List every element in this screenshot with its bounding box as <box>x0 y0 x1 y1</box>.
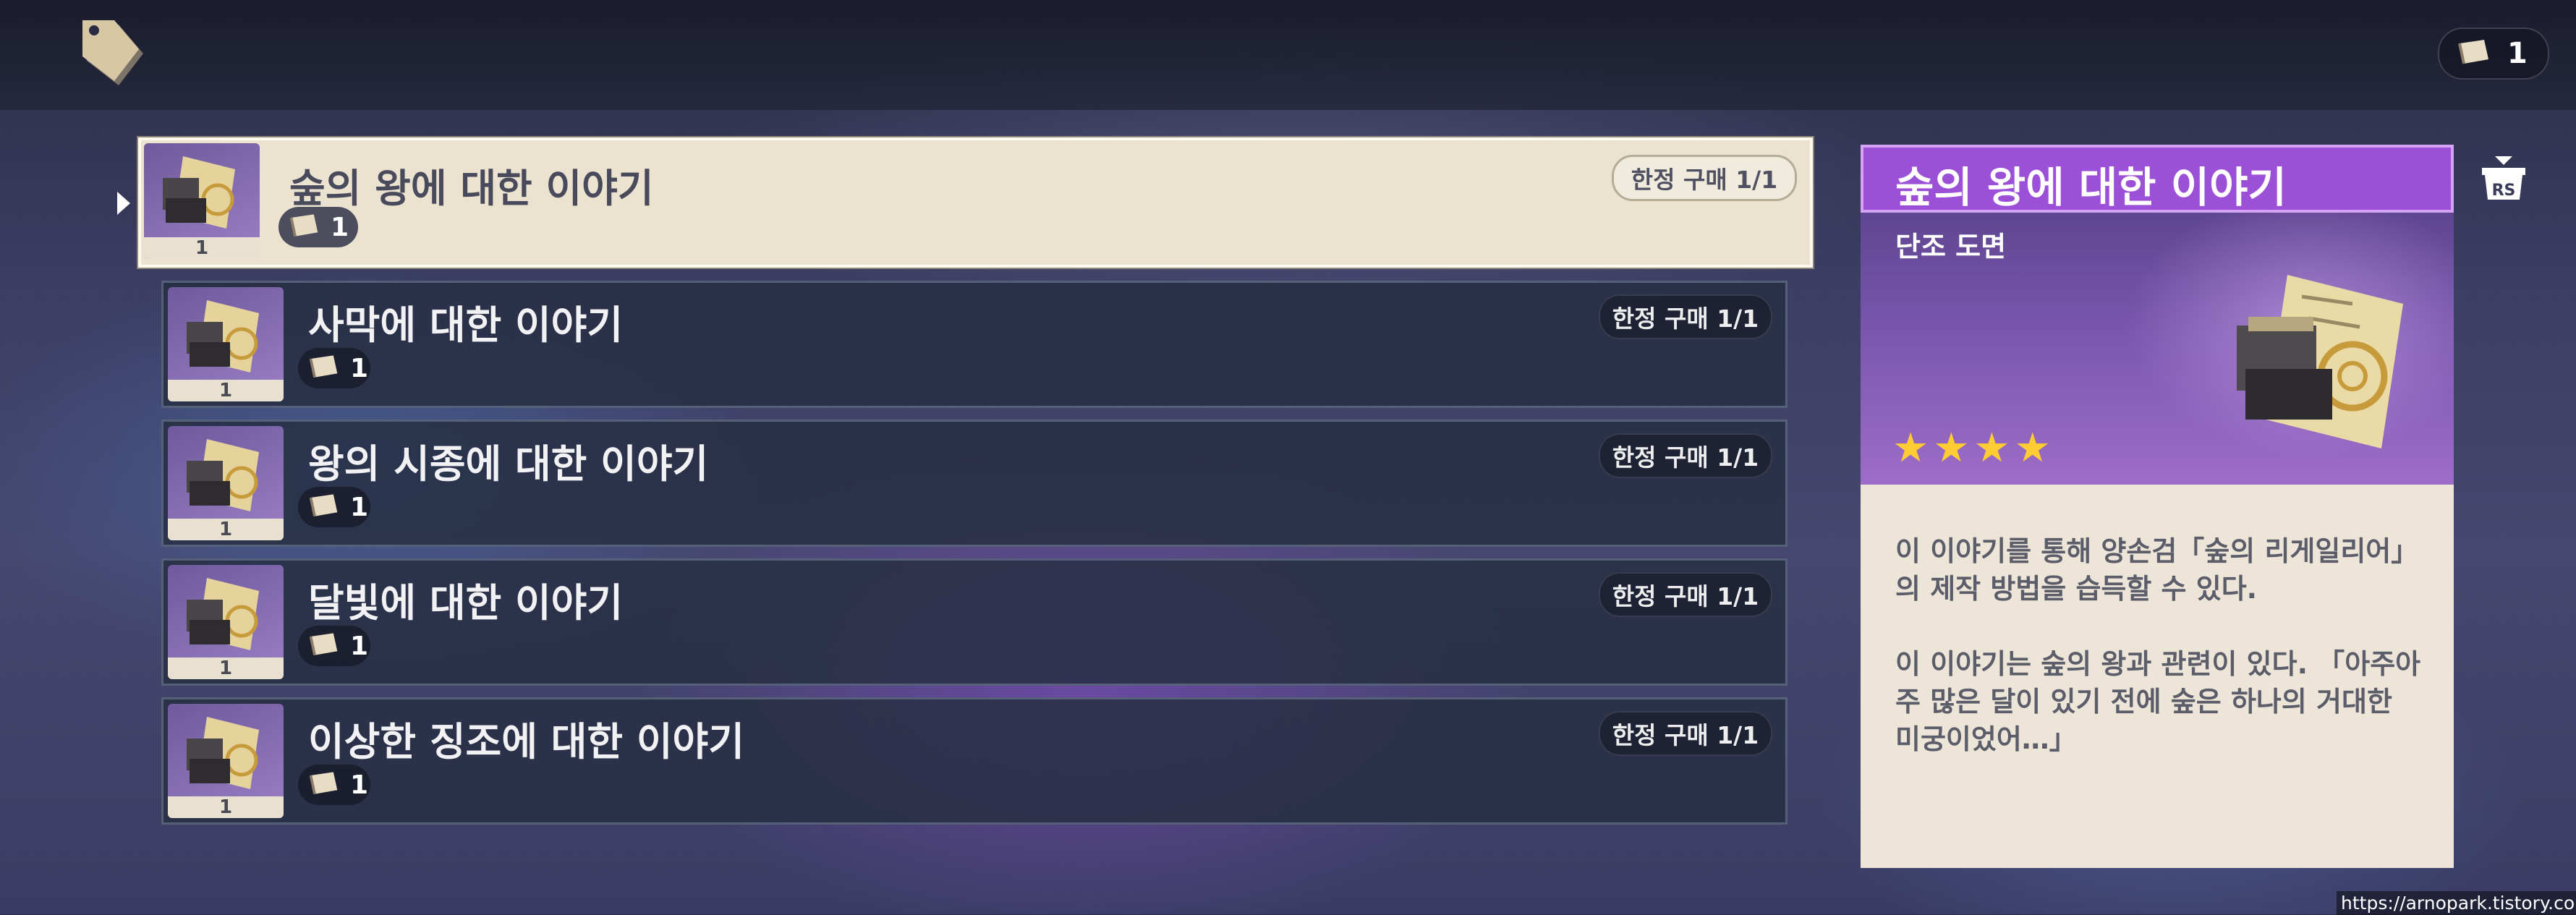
selection-arrow-icon <box>117 192 130 215</box>
star-icon: ★ <box>1892 425 1929 472</box>
purchase-limit-badge: 한정 구매 1/1 <box>1612 155 1797 201</box>
item-qty: 1 <box>144 237 260 259</box>
forging-blueprint-icon <box>2208 246 2425 466</box>
shop-item-row[interactable]: 1 사막에 대한 이야기 1 한정 구매 1/1 <box>161 281 1788 408</box>
star-icon: ★ <box>2014 425 2051 472</box>
paper-scroll-icon <box>287 212 320 242</box>
price-value: 1 <box>350 353 369 383</box>
item-qty: 1 <box>168 657 284 679</box>
forging-blueprint-icon <box>187 717 259 789</box>
item-qty: 1 <box>168 380 284 401</box>
shop-item-row[interactable]: 1 숲의 왕에 대한 이야기 1 한정 구매 1/1 <box>138 137 1813 268</box>
currency-value: 1 <box>2507 37 2528 70</box>
svg-text:RS: RS <box>2492 182 2516 200</box>
detail-header: 숲의 왕에 대한 이야기 단조 도면 ★ ★ ★ ★ <box>1861 145 2454 485</box>
item-price: 1 <box>298 765 370 805</box>
paper-scroll-icon <box>307 770 340 800</box>
item-thumbnail: 1 <box>168 704 284 818</box>
item-title: 왕의 시종에 대한 이야기 <box>308 441 709 487</box>
detail-description: 이 이야기를 통해 양손검「숲의 리게일리어」의 제작 방법을 습득할 수 있다… <box>1895 532 2423 796</box>
item-price: 1 <box>298 487 370 527</box>
price-tag-icon <box>72 16 152 88</box>
forging-blueprint-icon <box>163 156 235 229</box>
price-value: 1 <box>350 631 369 661</box>
shop-item-row[interactable]: 1 이상한 징조에 대한 이야기 1 한정 구매 1/1 <box>161 697 1788 825</box>
paper-scroll-icon <box>307 492 340 522</box>
paper-scroll-icon <box>2455 38 2491 69</box>
description-paragraph: 이 이야기를 통해 양손검「숲의 리게일리어」의 제작 방법을 습득할 수 있다… <box>1895 535 2419 605</box>
item-qty: 1 <box>168 519 284 540</box>
detail-item-type: 단조 도면 <box>1895 231 2007 263</box>
item-thumbnail: 1 <box>168 426 284 540</box>
paper-scroll-icon <box>307 353 340 383</box>
price-value: 1 <box>331 212 349 242</box>
item-title: 달빛에 대한 이야기 <box>308 580 624 626</box>
item-thumbnail: 1 <box>168 565 284 679</box>
item-price: 1 <box>279 207 358 247</box>
item-title: 숲의 왕에 대한 이야기 <box>289 166 654 211</box>
shop-item-row[interactable]: 1 달빛에 대한 이야기 1 한정 구매 1/1 <box>161 558 1788 686</box>
watermark: https://arnopark.tistory.com <box>2337 891 2576 915</box>
forging-blueprint-icon <box>187 578 259 650</box>
star-icon: ★ <box>1973 425 2010 472</box>
purchase-limit-badge: 한정 구매 1/1 <box>1599 433 1772 478</box>
rs-redeem-icon[interactable]: RS <box>2478 153 2530 203</box>
item-qty: 1 <box>168 796 284 818</box>
top-bar: 1 <box>0 0 2576 110</box>
currency-counter: 1 <box>2438 27 2549 80</box>
star-icon: ★ <box>1933 425 1970 472</box>
item-price: 1 <box>298 626 370 666</box>
purchase-limit-badge: 한정 구매 1/1 <box>1599 572 1772 617</box>
forging-blueprint-icon <box>187 300 259 373</box>
item-title: 이상한 징조에 대한 이야기 <box>308 719 744 765</box>
description-paragraph: 이 이야기는 숲의 왕과 관련이 있다. 「아주아주 많은 달이 있기 전에 숲… <box>1895 648 2421 755</box>
shop-item-row[interactable]: 1 왕의 시종에 대한 이야기 1 한정 구매 1/1 <box>161 420 1788 547</box>
price-value: 1 <box>350 770 369 800</box>
rarity-stars: ★ ★ ★ ★ <box>1892 428 2051 469</box>
item-title: 사막에 대한 이야기 <box>308 302 624 348</box>
forging-blueprint-icon <box>187 439 259 511</box>
item-price: 1 <box>298 348 370 388</box>
purchase-limit-badge: 한정 구매 1/1 <box>1599 294 1772 339</box>
price-value: 1 <box>350 492 369 522</box>
item-detail-panel: 숲의 왕에 대한 이야기 단조 도면 ★ ★ ★ ★ 이 이야기를 통해 양손검… <box>1861 145 2454 868</box>
detail-title-bar: 숲의 왕에 대한 이야기 <box>1861 145 2454 213</box>
purchase-limit-badge: 한정 구매 1/1 <box>1599 711 1772 756</box>
paper-scroll-icon <box>307 631 340 661</box>
detail-title: 숲의 왕에 대한 이야기 <box>1895 163 2287 212</box>
detail-description-box: 이 이야기를 통해 양손검「숲의 리게일리어」의 제작 방법을 습득할 수 있다… <box>1861 485 2454 868</box>
item-thumbnail: 1 <box>144 143 260 259</box>
item-thumbnail: 1 <box>168 287 284 401</box>
